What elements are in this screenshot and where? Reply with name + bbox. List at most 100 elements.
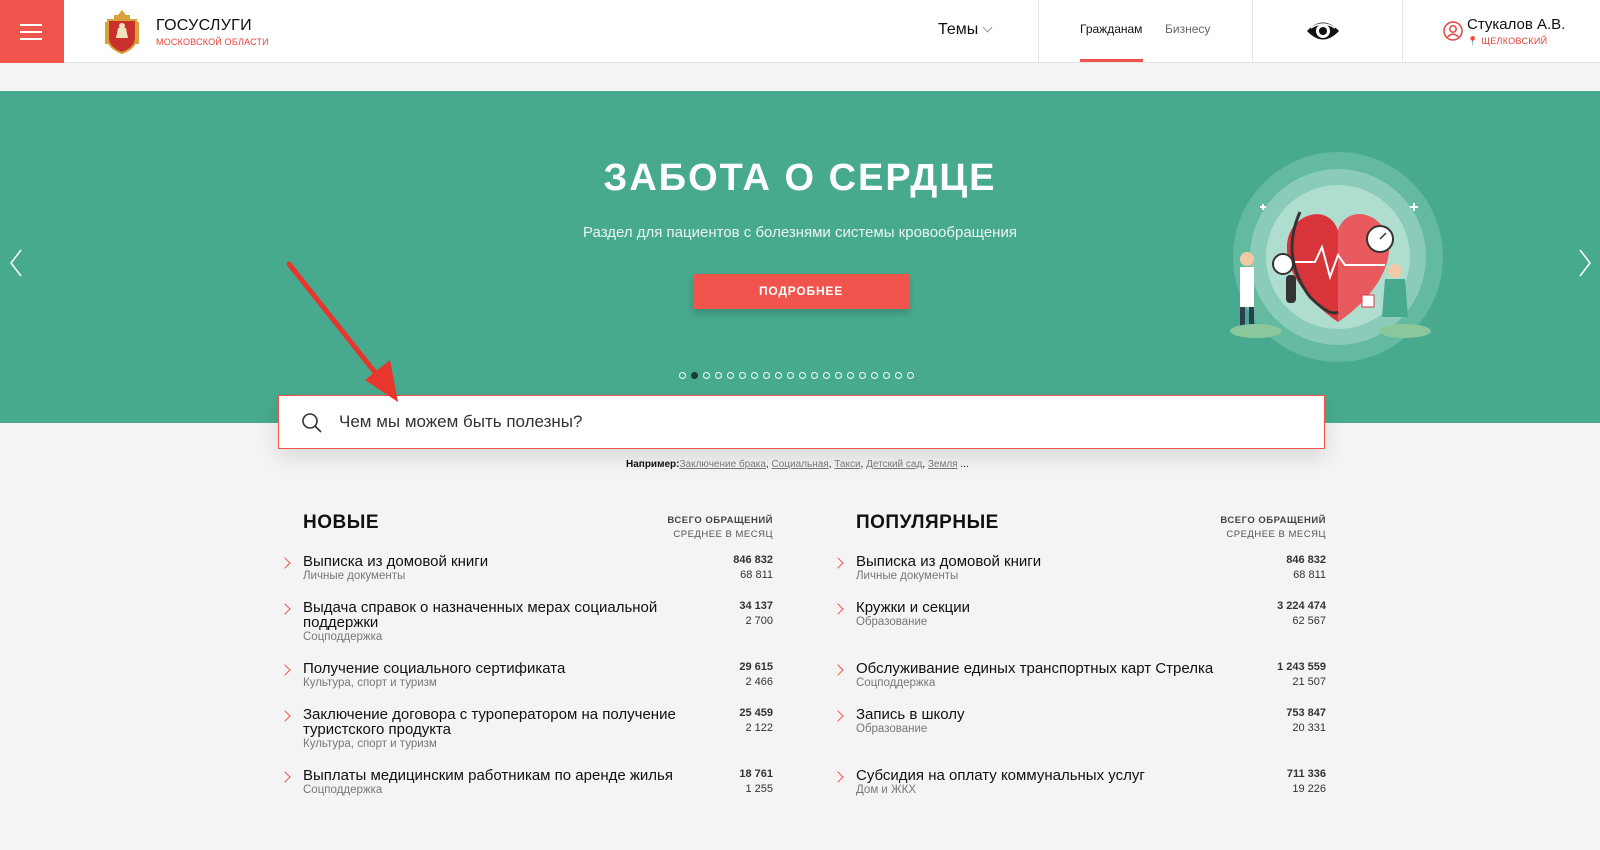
carousel-dot[interactable] [763, 372, 770, 379]
tab-citizens[interactable]: Гражданам [1080, 22, 1142, 36]
example-link[interactable]: Заключение брака [679, 459, 765, 470]
carousel-dot[interactable] [811, 372, 818, 379]
item-category: Образование [856, 723, 928, 735]
carousel-dot[interactable] [679, 372, 686, 379]
item-category: Соцподдержка [303, 631, 383, 643]
item-total: 711 336 [1286, 768, 1326, 780]
search-examples: Например:Заключение брака, Социальная, Т… [626, 459, 969, 470]
list-item[interactable]: Запись в школу Образование 753 847 20 33… [832, 707, 1326, 735]
carousel-dot[interactable] [799, 372, 806, 379]
item-category: Личные документы [856, 570, 959, 582]
item-total: 29 615 [739, 661, 773, 673]
item-total: 18 761 [739, 768, 773, 780]
tab-business[interactable]: Бизнесу [1165, 22, 1210, 36]
carousel-dot[interactable] [727, 372, 734, 379]
chevron-right-icon [279, 771, 291, 783]
coat-of-arms-logo[interactable] [104, 8, 140, 54]
item-average: 2 122 [745, 722, 773, 734]
active-tab-indicator [1080, 59, 1143, 62]
search-icon [302, 413, 322, 433]
item-average: 68 811 [740, 569, 773, 581]
top-header: ГОСУСЛУГИ МОСКОВСКОЙ ОБЛАСТИ Темы Гражда… [0, 0, 1600, 63]
carousel-dot[interactable] [823, 372, 830, 379]
user-icon[interactable] [1443, 21, 1463, 41]
accessibility-eye-icon[interactable] [1305, 16, 1341, 46]
menu-icon [20, 24, 42, 26]
carousel-dot[interactable] [895, 372, 902, 379]
chevron-right-icon [832, 771, 844, 783]
item-category: Личные документы [303, 570, 406, 582]
item-title: Кружки и секции [856, 599, 971, 616]
item-average: 19 226 [1292, 783, 1326, 795]
popular-services-section: ПОПУЛЯРНЫЕ ВСЕГО ОБРАЩЕНИЙ СРЕДНЕЕ В МЕС… [832, 512, 1326, 796]
user-location[interactable]: 📍 ЩЕЛКОВСКИЙ [1467, 36, 1547, 47]
list-item[interactable]: Выписка из домовой книги Личные документ… [832, 553, 1326, 582]
carousel-dot[interactable] [691, 372, 698, 379]
carousel-dot[interactable] [775, 372, 782, 379]
list-item[interactable]: Получение социального сертификата Культу… [279, 660, 773, 689]
chevron-right-icon [832, 603, 844, 615]
item-category: Соцподдержка [303, 784, 383, 796]
chevron-right-icon [279, 664, 291, 676]
brand[interactable]: ГОСУСЛУГИ МОСКОВСКОЙ ОБЛАСТИ [156, 17, 269, 47]
carousel-dot[interactable] [847, 372, 854, 379]
carousel-dot[interactable] [907, 372, 914, 379]
carousel-dot[interactable] [715, 372, 722, 379]
carousel-dot[interactable] [859, 372, 866, 379]
list-item[interactable]: Обслуживание единых транспортных карт Ст… [832, 661, 1326, 689]
stats-header: ВСЕГО ОБРАЩЕНИЙ СРЕДНЕЕ В МЕСЯЦ [667, 514, 773, 542]
item-total: 846 832 [1286, 554, 1326, 566]
carousel-dot[interactable] [835, 372, 842, 379]
chevron-down-icon [982, 22, 993, 33]
examples-label: Например: [626, 459, 680, 470]
stats-header-average: СРЕДНЕЕ В МЕСЯЦ [1226, 529, 1326, 540]
list-item[interactable]: Выдача справок о назначенных мерах социа… [279, 600, 773, 643]
examples-more[interactable]: ... [960, 459, 968, 470]
item-average: 68 811 [1293, 569, 1326, 581]
list-item[interactable]: Кружки и секции Образование 3 224 474 62… [832, 599, 1326, 628]
carousel-dot[interactable] [883, 372, 890, 379]
user-name[interactable]: Стукалов А.В. [1467, 16, 1565, 33]
item-category: Культура, спорт и туризм [303, 677, 437, 689]
search-input[interactable] [339, 396, 1299, 448]
item-title: Получение социального сертификата [303, 660, 566, 677]
carousel-dot[interactable] [751, 372, 758, 379]
carousel-dot[interactable] [739, 372, 746, 379]
carousel-dot[interactable] [787, 372, 794, 379]
topics-dropdown[interactable]: Темы [938, 21, 993, 39]
item-total: 3 224 474 [1277, 600, 1326, 612]
chevron-right-icon [279, 557, 291, 569]
item-average: 2 466 [745, 676, 773, 688]
more-details-button[interactable]: ПОДРОБНЕЕ [693, 274, 909, 309]
item-total: 34 137 [739, 600, 773, 612]
promo-banner: ЗАБОТА О СЕРДЦЕ Раздел для пациентов с б… [0, 91, 1600, 423]
divider [1402, 0, 1403, 63]
item-title: Выписка из домовой книги [856, 553, 1042, 570]
chevron-left-icon[interactable] [9, 248, 23, 278]
item-average: 1 255 [745, 783, 773, 795]
chevron-right-icon[interactable] [1578, 248, 1592, 278]
stats-header-total: ВСЕГО ОБРАЩЕНИЙ [667, 515, 773, 526]
chevron-right-icon [832, 710, 844, 722]
item-total: 753 847 [1286, 707, 1326, 719]
carousel-dot[interactable] [871, 372, 878, 379]
menu-button[interactable] [0, 0, 64, 63]
divider [1038, 0, 1039, 63]
chevron-right-icon [279, 603, 291, 615]
list-item[interactable]: Выписка из домовой книги Личные документ… [279, 554, 773, 582]
item-title: Выплаты медицинским работникам по аренде… [303, 767, 673, 784]
example-link[interactable]: Такси [834, 459, 860, 470]
list-item[interactable]: Субсидия на оплату коммунальных услуг До… [832, 768, 1326, 796]
divider [1252, 0, 1253, 63]
example-link[interactable]: Детский сад [866, 459, 922, 470]
search-box[interactable] [278, 395, 1325, 449]
item-total: 1 243 559 [1277, 661, 1326, 673]
list-item[interactable]: Заключение договора с туроператором на п… [279, 707, 773, 750]
new-services-section: НОВЫЕ ВСЕГО ОБРАЩЕНИЙ СРЕДНЕЕ В МЕСЯЦ Вы… [279, 512, 773, 796]
example-link[interactable]: Социальная [771, 459, 828, 470]
list-item[interactable]: Выплаты медицинским работникам по аренде… [279, 767, 773, 796]
carousel-dots [679, 372, 914, 379]
carousel-dot[interactable] [703, 372, 710, 379]
example-link[interactable]: Земля [928, 459, 958, 470]
brand-title: ГОСУСЛУГИ [156, 17, 252, 34]
